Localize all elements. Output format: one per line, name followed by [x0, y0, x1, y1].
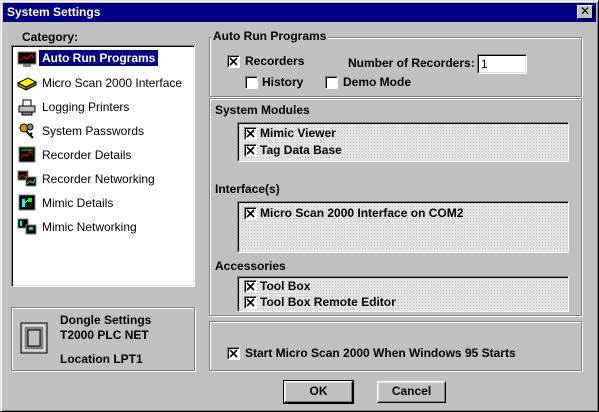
category-item-recorder-details[interactable]: Recorder Details: [15, 145, 191, 165]
recorders-label: Recorders: [245, 54, 305, 68]
mimic-viewer-checkbox[interactable]: [244, 127, 257, 140]
cancel-button[interactable]: Cancel: [377, 381, 446, 403]
tool-box-remote-editor-checkbox[interactable]: [244, 296, 257, 309]
category-list[interactable]: Auto Run Programs Micro Scan 2000 Interf…: [11, 45, 195, 287]
history-label: History: [262, 75, 304, 89]
category-item-micro-scan-interface[interactable]: Micro Scan 2000 Interface: [15, 73, 191, 93]
history-checkbox[interactable]: [245, 76, 258, 89]
mimic-network-icon: [17, 218, 37, 236]
keys-icon: [17, 122, 37, 140]
category-label: Category:: [22, 30, 79, 44]
dongle-title: Dongle Settings: [60, 313, 152, 327]
category-item-label: System Passwords: [42, 124, 145, 138]
printer-icon: [17, 98, 37, 116]
tag-database-checkbox[interactable]: [244, 144, 257, 157]
category-item-label: Mimic Networking: [42, 220, 137, 234]
monitor-icon: [17, 50, 37, 68]
category-item-label: Mimic Details: [42, 196, 114, 210]
interfaces-list: Micro Scan 2000 Interface on COM2: [237, 201, 569, 253]
tool-box-checkbox[interactable]: [244, 280, 257, 293]
dongle-model: T2000 PLC NET: [60, 328, 149, 342]
num-recorders-value: 1: [481, 57, 488, 71]
mimic-viewer-label: Mimic Viewer: [260, 126, 336, 140]
category-item-label: Auto Run Programs: [37, 49, 160, 67]
category-item-label: Recorder Networking: [42, 172, 155, 186]
demo-mode-label: Demo Mode: [343, 75, 412, 89]
category-item-mimic-details[interactable]: Mimic Details: [15, 193, 191, 213]
system-modules-title: System Modules: [213, 103, 312, 117]
system-settings-window: System Settings ✕ Category: Auto Run Pro…: [0, 0, 599, 412]
interface-com2-label: Micro Scan 2000 Interface on COM2: [260, 206, 464, 220]
demo-mode-checkbox[interactable]: [325, 76, 338, 89]
dongle-icon: [16, 74, 38, 92]
recorder-icon: [17, 146, 37, 164]
start-with-windows-checkbox[interactable]: [227, 347, 240, 360]
category-item-label: Micro Scan 2000 Interface: [42, 76, 183, 90]
category-item-logging-printers[interactable]: Logging Printers: [15, 97, 191, 117]
dongle-location: Location LPT1: [60, 352, 143, 366]
tool-box-remote-editor-label: Tool Box Remote Editor: [260, 295, 396, 309]
category-item-auto-run-programs[interactable]: Auto Run Programs: [15, 49, 191, 69]
recorders-checkbox[interactable]: [227, 55, 240, 68]
tag-database-label: Tag Data Base: [260, 143, 342, 157]
num-recorders-input[interactable]: 1: [477, 54, 527, 74]
dongle-connector-icon: [20, 322, 48, 354]
category-item-label: Recorder Details: [42, 148, 132, 162]
close-button[interactable]: ✕: [577, 5, 593, 19]
mimic-icon: [17, 194, 37, 212]
tool-box-label: Tool Box: [260, 279, 311, 293]
interfaces-title: Interface(s): [213, 182, 282, 196]
title-bar[interactable]: System Settings ✕: [3, 3, 596, 22]
num-recorders-label: Number of Recorders:: [348, 56, 475, 70]
category-item-label: Logging Printers: [42, 100, 130, 114]
category-item-recorder-networking[interactable]: Recorder Networking: [15, 169, 191, 189]
network-icon: [17, 170, 37, 188]
start-with-windows-label: Start Micro Scan 2000 When Windows 95 St…: [245, 346, 516, 360]
auto-run-title: Auto Run Programs: [211, 29, 329, 43]
ok-button[interactable]: OK: [283, 380, 354, 404]
accessories-title: Accessories: [213, 259, 288, 273]
dongle-settings-panel: Dongle Settings T2000 PLC NET Location L…: [11, 307, 195, 371]
category-item-mimic-networking[interactable]: Mimic Networking: [15, 217, 191, 237]
close-icon: ✕: [579, 4, 591, 18]
category-item-system-passwords[interactable]: System Passwords: [15, 121, 191, 141]
accessories-list: Tool Box Tool Box Remote Editor: [237, 276, 569, 312]
window-title: System Settings: [7, 5, 101, 19]
interface-com2-checkbox[interactable]: [244, 207, 257, 220]
system-modules-list: Mimic Viewer Tag Data Base: [237, 122, 569, 162]
